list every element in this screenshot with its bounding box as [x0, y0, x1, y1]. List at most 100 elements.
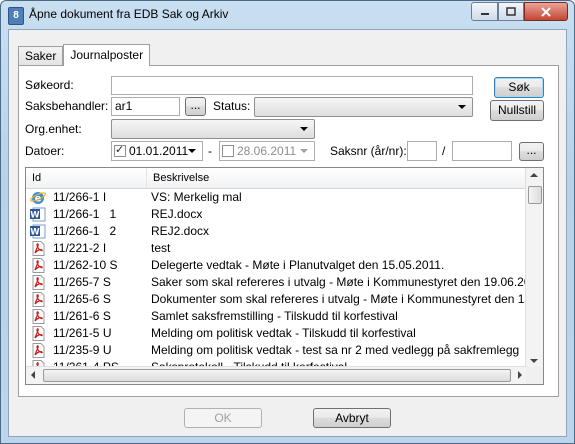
scroll-thumb[interactable] — [528, 186, 542, 204]
horizontal-scrollbar[interactable] — [26, 366, 527, 384]
word-icon: W — [30, 224, 46, 239]
list-item[interactable]: 11/235-9 U Melding om politisk vedtak - t… — [26, 342, 527, 359]
date-from-picker[interactable]: 01.01.2011 — [111, 141, 203, 161]
reset-button[interactable]: Nullstill — [490, 100, 544, 121]
handler-browse-button[interactable]: ... — [185, 97, 206, 116]
saksnr-browse-button[interactable]: ... — [519, 142, 544, 161]
list-item[interactable]: W 11/266-1 2 REJ2.docx — [26, 223, 527, 240]
saksnr-separator: / — [442, 144, 446, 158]
list-item[interactable]: e 11/266-1 I VS: Merkelig mal — [26, 189, 527, 206]
pdf-icon — [30, 343, 46, 358]
maximize-icon — [506, 7, 516, 16]
list-item[interactable]: 11/261-6 S Samlet saksfremstilling - Tils… — [26, 308, 527, 325]
list-item[interactable]: W 11/266-1 1 REJ.docx — [26, 206, 527, 223]
dates-label: Datoer: — [25, 144, 65, 158]
column-header-id[interactable]: Id — [26, 168, 147, 188]
dialog-window: 8 Åpne dokument fra EDB Sak og Arkiv Sak… — [0, 0, 575, 444]
list-item-id: 11/265-6 S — [53, 292, 111, 306]
chevron-down-icon — [300, 127, 308, 131]
ok-button[interactable]: OK — [184, 408, 262, 428]
list-item[interactable]: 11/221-2 I test — [26, 240, 527, 257]
list-item-id: 11/235-9 U — [53, 343, 112, 357]
close-icon — [541, 6, 551, 17]
list-item-description: Delegerte vedtak - Møte i Planutvalget d… — [151, 258, 445, 272]
scroll-right-icon[interactable] — [518, 371, 522, 379]
svg-text:W: W — [30, 228, 40, 238]
ie-icon: e — [30, 190, 46, 205]
search-input[interactable] — [111, 76, 473, 95]
pdf-icon — [30, 292, 46, 307]
list-item[interactable]: 11/265-7 S Saker som skal refereres i utv… — [26, 274, 543, 291]
list-item-description: REJ.docx — [151, 207, 203, 221]
org-label: Org.enhet: — [25, 122, 82, 136]
date-to-picker[interactable]: 28.06.2011 — [219, 141, 315, 161]
hscroll-thumb[interactable] — [43, 369, 511, 382]
date-separator: - — [208, 144, 212, 158]
vertical-scrollbar[interactable] — [525, 168, 543, 368]
list-item-id: 11/262-10 S — [53, 258, 118, 272]
word-icon: W — [30, 207, 46, 222]
status-label: Status: — [213, 99, 251, 113]
list-item-id: 11/261-6 S — [53, 309, 111, 323]
list-item-id: 11/265-7 S — [53, 275, 111, 289]
scroll-down-icon[interactable] — [530, 359, 538, 363]
date-from-checkbox[interactable] — [114, 143, 126, 157]
pdf-icon — [30, 326, 46, 341]
maximize-button[interactable] — [498, 2, 524, 21]
list-item[interactable]: 11/262-10 S Delegerte vedtak - Møte i Pla… — [26, 257, 527, 274]
list-item-description: Saker som skal refereres i utvalg - Møte… — [151, 275, 544, 289]
tab-journalposter[interactable]: Journalposter — [63, 44, 151, 66]
svg-text:W: W — [30, 211, 40, 221]
caption-buttons — [471, 2, 568, 21]
search-button[interactable]: Søk — [494, 77, 544, 98]
chevron-down-icon — [188, 149, 196, 153]
scroll-up-icon[interactable] — [530, 173, 538, 177]
minimize-button[interactable] — [471, 2, 498, 21]
search-label: Søkeord: — [25, 78, 74, 92]
date-from-value: 01.01.2011 — [129, 144, 189, 158]
tab-saker[interactable]: Saker — [18, 46, 64, 66]
window-title: Åpne dokument fra EDB Sak og Arkiv — [29, 7, 229, 21]
pdf-icon — [30, 309, 46, 324]
pdf-icon — [30, 275, 46, 290]
title-bar[interactable]: 8 Åpne dokument fra EDB Sak og Arkiv — [1, 1, 574, 27]
saksnr-label: Saksnr (år/nr): — [330, 144, 407, 158]
list-item-id: 11/221-2 I — [53, 241, 107, 255]
list-item-id: 11/261-5 U — [53, 326, 112, 340]
date-to-checkbox[interactable] — [222, 145, 234, 157]
handler-label: Saksbehandler: — [25, 99, 109, 113]
scroll-left-icon[interactable] — [31, 371, 35, 379]
list-item-description: VS: Merkelig mal — [151, 190, 242, 204]
org-select[interactable] — [111, 119, 315, 139]
pdf-icon — [30, 241, 46, 256]
chevron-down-icon — [458, 105, 466, 109]
list-rows: e 11/266-1 I VS: Merkelig mal W 11/266-1 1 RE… — [26, 189, 543, 376]
chevron-down-icon — [300, 149, 308, 153]
list-item[interactable]: 11/261-5 U Melding om politisk vedtak - T… — [26, 325, 527, 342]
list-item-description: Samlet saksfremstilling - Tilskudd til k… — [151, 309, 398, 323]
cancel-button[interactable]: Avbryt — [313, 408, 391, 428]
list-item-description: Dokumenter som skal refereres i utvalg -… — [151, 292, 544, 306]
list-item-description: REJ2.docx — [151, 224, 210, 238]
list-item[interactable]: 11/265-6 S Dokumenter som skal refereres … — [26, 291, 543, 308]
date-to-value: 28.06.2011 — [237, 144, 297, 158]
list-item-id: 11/266-1 2 — [53, 224, 117, 238]
status-select[interactable] — [254, 97, 473, 117]
list-item-id: 11/266-1 1 — [53, 207, 117, 221]
list-header: Id Beskrivelse — [26, 168, 527, 189]
list-item-description: Melding om politisk vedtak - test sa nr … — [151, 343, 520, 357]
list-item-description: Melding om politisk vedtak - Tilskudd ti… — [151, 326, 416, 340]
saksnr-year-input[interactable] — [407, 141, 437, 161]
list-item-id: 11/266-1 I — [53, 190, 107, 204]
list-item-description: test — [151, 241, 171, 255]
close-button[interactable] — [524, 2, 568, 21]
app-icon: 8 — [8, 7, 24, 25]
handler-input[interactable]: ar1 — [111, 97, 180, 116]
tab-strip: Saker Journalposter — [18, 44, 151, 66]
scroll-corner — [526, 367, 543, 384]
pdf-icon — [30, 258, 46, 273]
saksnr-nr-input[interactable] — [452, 141, 512, 161]
document-list[interactable]: Id Beskrivelse e 11/266-1 I VS: Merkelig m… — [25, 167, 544, 385]
column-header-description[interactable]: Beskrivelse — [147, 168, 527, 188]
minimize-icon — [480, 12, 489, 15]
